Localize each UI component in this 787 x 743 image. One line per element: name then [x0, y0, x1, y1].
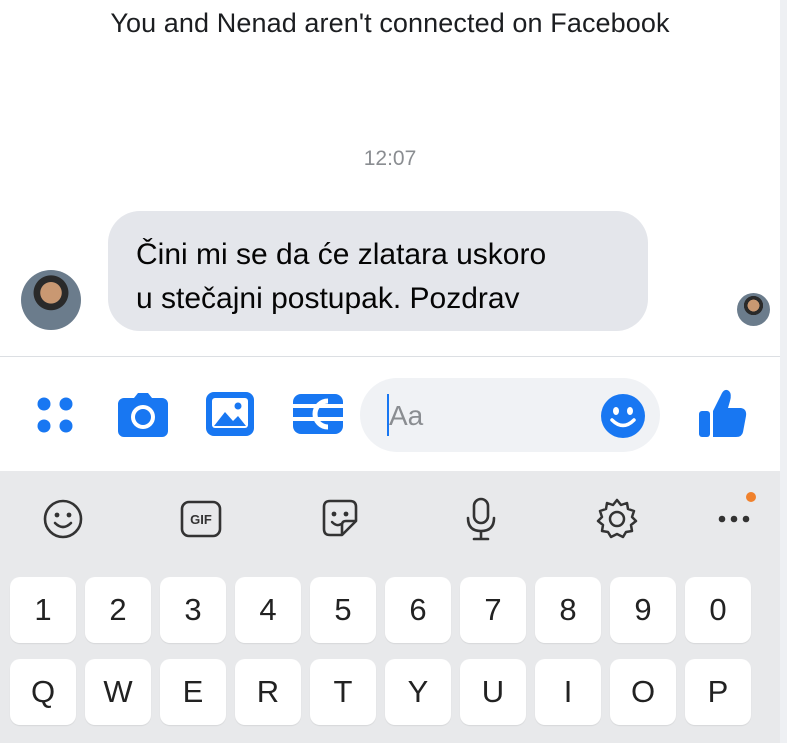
- gif-button[interactable]: GIF: [180, 500, 222, 538]
- key-8[interactable]: 8: [535, 577, 601, 643]
- seen-avatar: [737, 293, 770, 326]
- key-u[interactable]: U: [460, 659, 526, 725]
- sticker-icon[interactable]: [318, 497, 362, 541]
- key-r[interactable]: R: [235, 659, 301, 725]
- message-bubble[interactable]: Čini mi se da će zlatara uskoro u stečaj…: [108, 211, 648, 331]
- message-input-placeholder: Aa: [389, 400, 424, 431]
- key-3[interactable]: 3: [160, 577, 226, 643]
- key-e[interactable]: E: [160, 659, 226, 725]
- key-0[interactable]: 0: [685, 577, 751, 643]
- more-icon[interactable]: [716, 512, 752, 526]
- key-9[interactable]: 9: [610, 577, 676, 643]
- chat-area: You and Nenad aren't connected on Facebo…: [0, 0, 780, 356]
- notification-dot: [746, 492, 756, 502]
- key-t[interactable]: T: [310, 659, 376, 725]
- camera-icon[interactable]: [116, 391, 170, 439]
- connection-notice: You and Nenad aren't connected on Facebo…: [110, 8, 670, 38]
- microphone-icon[interactable]: [464, 496, 498, 542]
- gallery-icon[interactable]: [205, 391, 255, 437]
- settings-icon[interactable]: [595, 497, 639, 541]
- gif-label: GIF: [190, 511, 212, 527]
- sender-avatar[interactable]: [21, 270, 81, 330]
- key-7[interactable]: 7: [460, 577, 526, 643]
- message-line-1: Čini mi se da će zlatara uskoro: [136, 238, 547, 271]
- key-p[interactable]: P: [685, 659, 751, 725]
- message-timestamp: 12:07: [363, 147, 417, 170]
- key-i[interactable]: I: [535, 659, 601, 725]
- payment-icon[interactable]: [292, 392, 344, 436]
- message-line-2: u stečajni postupak. Pozdrav: [136, 282, 520, 315]
- key-1[interactable]: 1: [10, 577, 76, 643]
- key-6[interactable]: 6: [385, 577, 451, 643]
- key-2[interactable]: 2: [85, 577, 151, 643]
- key-o[interactable]: O: [610, 659, 676, 725]
- key-w[interactable]: W: [85, 659, 151, 725]
- like-icon[interactable]: [697, 387, 749, 439]
- key-5[interactable]: 5: [310, 577, 376, 643]
- key-4[interactable]: 4: [235, 577, 301, 643]
- right-edge: [780, 0, 787, 743]
- emoji-icon[interactable]: [42, 498, 84, 540]
- key-q[interactable]: Q: [10, 659, 76, 725]
- menu-icon[interactable]: [33, 393, 77, 437]
- keyboard-toolbar: [0, 471, 780, 563]
- key-y[interactable]: Y: [385, 659, 451, 725]
- emoji-picker-icon[interactable]: [600, 393, 646, 439]
